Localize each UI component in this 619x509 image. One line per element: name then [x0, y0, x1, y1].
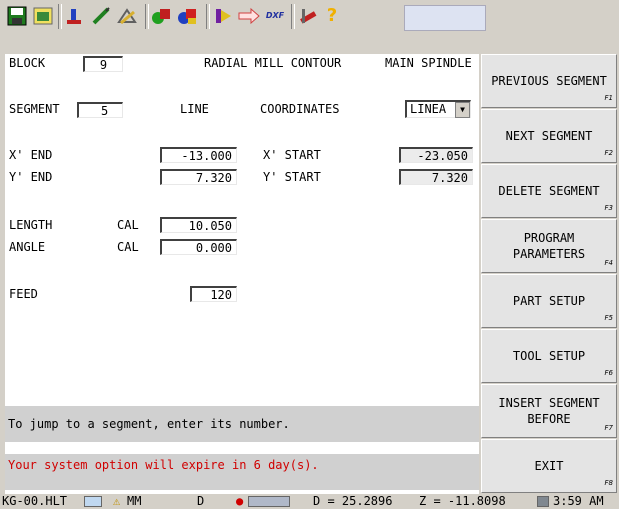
x-start-label: X' START [263, 148, 321, 162]
length-label: LENGTH [9, 218, 53, 232]
softkey-label: TOOL SETUP [512, 349, 586, 363]
clock-time: 3:59 AM [553, 494, 604, 508]
exit-button[interactable]: EXIT F8 [481, 439, 617, 493]
length-field[interactable]: 10.050 [160, 217, 237, 233]
toolbar-status-area [404, 5, 486, 31]
file-name: KG-00.HLT [2, 494, 68, 508]
fkey-label: F6 [604, 369, 613, 377]
fkey-label: F8 [604, 479, 613, 487]
feed-label: FEED [9, 287, 38, 301]
license-warning: Your system option will expire in 6 day(… [5, 454, 479, 490]
x-start-field: -23.050 [399, 147, 473, 163]
y-start-label: Y' START [263, 170, 321, 184]
toolbar-separator [58, 4, 62, 29]
angle-field[interactable]: 0.000 [160, 239, 237, 255]
block-field[interactable]: 9 [83, 56, 123, 72]
warning-icon: ⚠ [113, 494, 121, 508]
x-end-field[interactable]: -13.000 [160, 147, 237, 163]
help-icon[interactable]: ? [321, 5, 343, 27]
segment-type: LINE [180, 102, 209, 116]
toolbar-separator [291, 4, 295, 29]
d-readout: D = 25.2896 [313, 494, 393, 508]
fkey-label: F7 [604, 424, 613, 432]
feed-field[interactable]: 120 [190, 286, 237, 302]
tool-icon[interactable] [64, 5, 86, 27]
y-end-field[interactable]: 7.320 [160, 169, 237, 185]
keypad-icon [248, 496, 290, 507]
softkey-label: PROGRAM PARAMETERS [512, 231, 586, 261]
coordinates-value: LINEA [410, 102, 447, 116]
mode-title: RADIAL MILL CONTOUR [204, 56, 342, 70]
record-icon: ● [236, 494, 244, 508]
units-indicator: MM [127, 494, 142, 508]
tool-setup-button[interactable]: TOOL SETUP F6 [481, 329, 617, 383]
coordinates-select[interactable]: LINEA ▼ [405, 100, 471, 118]
segment-editor-panel: BLOCK 9 RADIAL MILL CONTOUR MAIN SPINDLE… [5, 54, 479, 494]
mode-indicator: D [197, 494, 205, 508]
block-label: BLOCK [9, 56, 46, 70]
x-end-label: X' END [9, 148, 53, 162]
toolbar: DXF ? [0, 0, 619, 33]
status-bar: KG-00.HLT ⚠ MM D ● D = 25.2896 Z = -11.8… [0, 494, 619, 509]
y-end-label: Y' END [9, 170, 53, 184]
softkey-label: PART SETUP [512, 294, 586, 308]
draw-icon[interactable] [116, 5, 138, 27]
part-setup-button[interactable]: PART SETUP F5 [481, 274, 617, 328]
flag-icon[interactable] [212, 5, 234, 27]
y-start-field: 7.320 [399, 169, 473, 185]
fkey-label: F1 [604, 94, 613, 102]
hint-message: To jump to a segment, enter its number. [5, 406, 479, 442]
coordinates-label: COORDINATES [260, 102, 340, 116]
clock-icon [537, 496, 549, 507]
toolbar-separator [206, 4, 210, 29]
softkey-label: INSERT SEGMENT BEFORE [498, 396, 600, 426]
toolbar-separator [145, 4, 149, 29]
length-mode: CAL [117, 218, 139, 232]
softkey-label: EXIT [534, 459, 564, 473]
dxf-icon[interactable]: DXF [264, 5, 286, 27]
open-folder-icon[interactable] [32, 5, 54, 27]
softkey-label: PREVIOUS SEGMENT [491, 74, 607, 88]
fkey-label: F4 [604, 259, 613, 267]
angle-mode: CAL [117, 240, 139, 254]
chevron-down-icon[interactable]: ▼ [455, 102, 470, 118]
next-segment-button[interactable]: NEXT SEGMENT F2 [481, 109, 617, 163]
softkey-panel: PREVIOUS SEGMENT F1 NEXT SEGMENT F2 DELE… [481, 54, 619, 494]
keyboard-icon [84, 496, 102, 507]
softkey-label: DELETE SEGMENT [498, 184, 600, 198]
z-readout: Z = -11.8098 [419, 494, 506, 508]
segment-field[interactable]: 5 [77, 102, 123, 118]
fkey-label: F2 [604, 149, 613, 157]
spindle-label: MAIN SPINDLE [385, 56, 472, 70]
program-parameters-button[interactable]: PROGRAM PARAMETERS F4 [481, 219, 617, 273]
angle-label: ANGLE [9, 240, 46, 254]
tools-icon[interactable] [297, 5, 319, 27]
arrow-icon[interactable] [238, 5, 260, 27]
shapes-icon[interactable] [151, 5, 173, 27]
fkey-label: F3 [604, 204, 613, 212]
shapes-color-icon[interactable] [177, 5, 199, 27]
pencil-icon[interactable] [90, 5, 112, 27]
softkey-label: NEXT SEGMENT [505, 129, 593, 143]
delete-segment-button[interactable]: DELETE SEGMENT F3 [481, 164, 617, 218]
save-icon[interactable] [6, 5, 28, 27]
segment-label: SEGMENT [9, 102, 60, 116]
fkey-label: F5 [604, 314, 613, 322]
insert-segment-before-button[interactable]: INSERT SEGMENT BEFORE F7 [481, 384, 617, 438]
previous-segment-button[interactable]: PREVIOUS SEGMENT F1 [481, 54, 617, 108]
